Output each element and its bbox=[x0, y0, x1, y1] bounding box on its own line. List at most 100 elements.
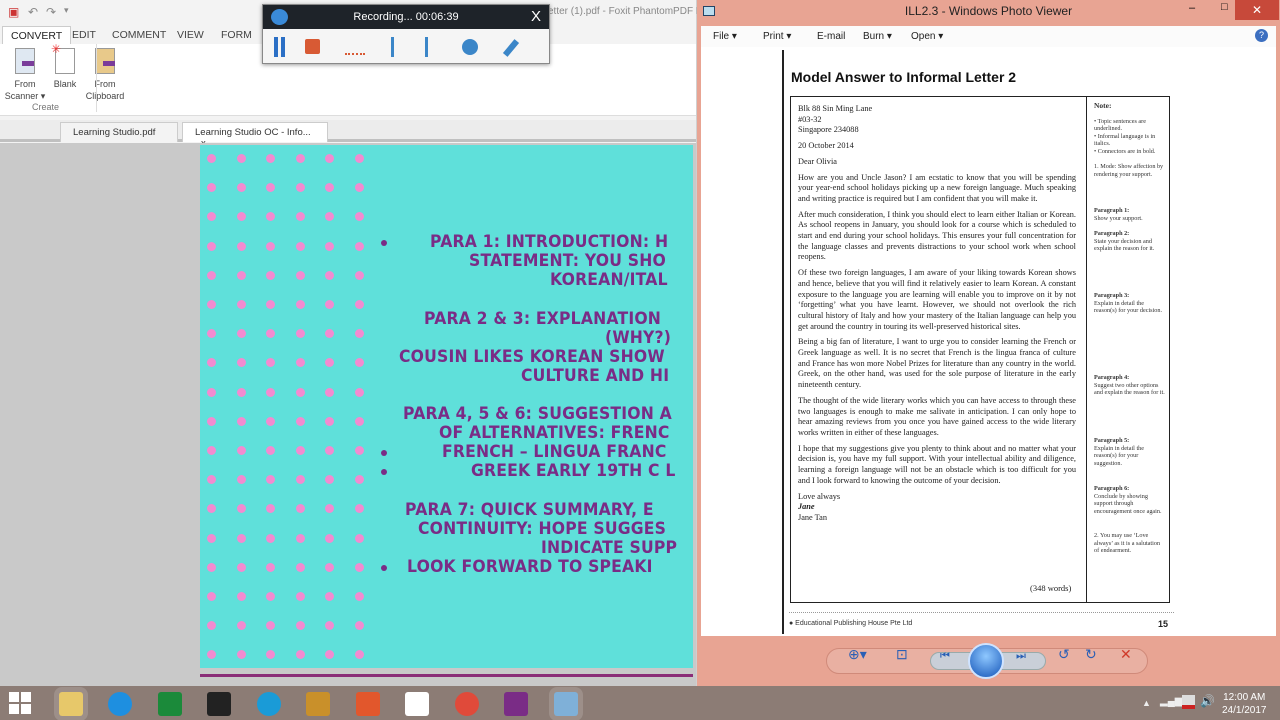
decorative-dot bbox=[354, 183, 364, 193]
decorative-dot bbox=[236, 329, 246, 339]
blank-button[interactable]: ✳ Blank bbox=[44, 43, 86, 90]
notes-title: Note: bbox=[1094, 101, 1112, 110]
decorative-dot bbox=[354, 270, 364, 280]
marker-icon[interactable] bbox=[425, 37, 437, 57]
doc-tab-learning-studio-oc[interactable]: Learning Studio OC - Info... x bbox=[182, 122, 328, 149]
decorative-dot bbox=[295, 504, 305, 514]
decorative-dot bbox=[325, 212, 334, 222]
next-icon[interactable]: ⏭ bbox=[1016, 650, 1026, 663]
taskbar-notes-icon[interactable] bbox=[306, 692, 330, 716]
close-button[interactable]: ✕ bbox=[1235, 0, 1279, 20]
pause-icon[interactable] bbox=[274, 37, 278, 57]
stop-icon[interactable] bbox=[305, 39, 320, 54]
decorative-dot bbox=[236, 212, 246, 222]
taskbar-foxit-pdf-icon[interactable] bbox=[504, 692, 528, 716]
bullet bbox=[381, 450, 387, 456]
tab-form[interactable]: FORM bbox=[213, 26, 260, 45]
decorative-dot bbox=[266, 650, 275, 660]
decorative-dot bbox=[207, 358, 216, 368]
network-icon[interactable]: ▂▄▆ bbox=[1160, 696, 1182, 707]
rotate-left-icon[interactable]: ↺ bbox=[1058, 646, 1070, 663]
slideshow-icon[interactable] bbox=[968, 643, 1004, 679]
address-line: Blk 88 Sin Ming Lane bbox=[798, 104, 873, 113]
slide-text-line: COUSIN LIKES KOREAN SHOW bbox=[399, 347, 665, 367]
menu-open[interactable]: Open ▾ bbox=[911, 31, 943, 42]
note-end: 2. You may use ‘Love always’ as it is a … bbox=[1094, 532, 1161, 555]
taskbar-start-icon[interactable] bbox=[9, 692, 33, 716]
decorative-dot bbox=[266, 475, 275, 485]
decorative-dot bbox=[266, 300, 275, 309]
redo-icon[interactable]: ↷ bbox=[46, 5, 56, 19]
tab-comment[interactable]: COMMENT bbox=[104, 26, 174, 45]
webcam-icon[interactable] bbox=[462, 39, 478, 55]
taskbar-skype-icon[interactable] bbox=[256, 692, 281, 716]
taskbar-store-icon[interactable] bbox=[157, 692, 182, 716]
blank-page-icon: ✳ bbox=[51, 43, 75, 74]
decorative-dot bbox=[207, 621, 216, 631]
previous-icon[interactable]: ⏮ bbox=[940, 650, 950, 663]
decorative-dot bbox=[325, 533, 334, 543]
decorative-dot bbox=[236, 241, 246, 251]
security-icon[interactable] bbox=[1182, 695, 1195, 709]
paragraph: Of these two foreign languages, I am awa… bbox=[798, 268, 1076, 331]
menu-file[interactable]: File ▾ bbox=[713, 31, 737, 42]
decorative-dot bbox=[325, 562, 334, 572]
decorative-dot bbox=[266, 416, 275, 426]
decorative-dot bbox=[325, 592, 334, 601]
decorative-dot bbox=[354, 446, 364, 455]
menu-email[interactable]: E-mail bbox=[817, 31, 845, 42]
decorative-dot bbox=[207, 650, 216, 660]
taskbar-chrome-icon[interactable] bbox=[454, 692, 479, 716]
system-clock[interactable]: 12:00 AM 24/1/2017 bbox=[1222, 691, 1267, 717]
fit-window-icon[interactable]: ⊡ bbox=[896, 646, 908, 663]
taskbar-file-explorer-icon[interactable] bbox=[53, 687, 88, 720]
paragraph: After much consideration, I think you sh… bbox=[798, 209, 1076, 262]
rotate-right-icon[interactable]: ↻ bbox=[1085, 646, 1097, 663]
slide-text-line: PARA 4, 5 & 6: SUGGESTION A bbox=[403, 404, 672, 424]
slide-text-line: PARA 7: QUICK SUMMARY, E bbox=[405, 500, 654, 520]
decorative-dot bbox=[295, 212, 305, 222]
minimize-button[interactable]: – bbox=[1189, 2, 1195, 14]
taskbar-amazon-icon[interactable] bbox=[207, 692, 231, 716]
pen-icon[interactable] bbox=[502, 39, 520, 57]
decorative-dot bbox=[266, 533, 275, 543]
delete-icon[interactable]: ✕ bbox=[1120, 646, 1132, 663]
slide-text-line: CONTINUITY: HOPE SUGGES bbox=[418, 519, 667, 539]
help-icon[interactable]: ? bbox=[1255, 29, 1268, 42]
taskbar-photo-viewer-icon[interactable] bbox=[548, 687, 583, 720]
show-hidden-icons[interactable]: ▲ bbox=[1142, 698, 1151, 708]
zoom-icon[interactable]: ⊕▾ bbox=[848, 646, 867, 663]
close-icon[interactable]: X bbox=[531, 8, 541, 25]
undo-icon[interactable]: ↶ bbox=[28, 5, 38, 19]
decorative-dot bbox=[266, 154, 275, 163]
decorative-dot bbox=[207, 416, 216, 426]
decorative-dot bbox=[325, 300, 334, 309]
slide-text-line: KOREAN/ITAL bbox=[550, 270, 668, 290]
note-paragraph-3: Paragraph 3: Explain in detail the reason… bbox=[1094, 292, 1163, 315]
menu-print[interactable]: Print ▾ bbox=[763, 31, 791, 42]
customize-icon[interactable]: ▾ bbox=[64, 5, 69, 16]
tab-view[interactable]: VIEW bbox=[169, 26, 212, 45]
taskbar-photos-icon[interactable] bbox=[355, 692, 380, 716]
decorative-dot bbox=[207, 183, 216, 193]
volume-icon[interactable]: 🔊 bbox=[1200, 694, 1215, 708]
marker-icon[interactable] bbox=[391, 37, 403, 57]
taskbar-home-icon[interactable] bbox=[405, 692, 429, 716]
decorative-dot bbox=[354, 154, 364, 163]
recorder-header: Recording... 00:06:39 X bbox=[263, 5, 549, 29]
from-clipboard-button[interactable]: From Clipboard bbox=[84, 48, 126, 102]
decorative-dot bbox=[207, 270, 216, 280]
decorative-dot bbox=[295, 300, 305, 309]
scrollbar-horizontal[interactable] bbox=[0, 668, 696, 686]
decorative-dot bbox=[325, 446, 334, 455]
slide-text-line: GREEK EARLY 19TH C L bbox=[471, 461, 676, 481]
menu-burn[interactable]: Burn ▾ bbox=[863, 31, 892, 42]
decorative-dot bbox=[354, 241, 364, 251]
taskbar-internet-explorer-icon[interactable] bbox=[108, 692, 132, 716]
tab-edit[interactable]: EDIT bbox=[64, 26, 104, 45]
decorative-dot bbox=[236, 621, 246, 631]
from-scanner-button[interactable]: From Scanner ▾ bbox=[4, 48, 46, 102]
decorative-dot bbox=[266, 241, 275, 251]
doc-tab-learning-studio[interactable]: Learning Studio.pdf bbox=[60, 122, 178, 142]
maximize-button[interactable]: □ bbox=[1221, 1, 1228, 13]
